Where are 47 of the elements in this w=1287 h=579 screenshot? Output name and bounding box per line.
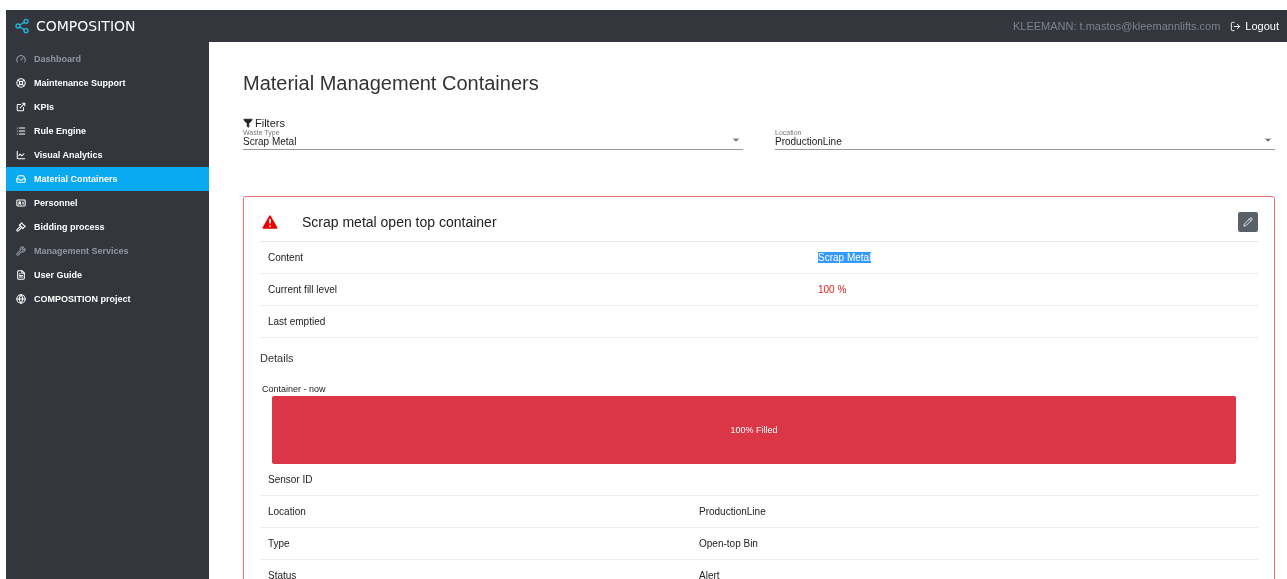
document-icon [16,270,26,280]
gauge-fill: 100% Filled [272,396,1236,464]
list-icon [16,126,26,136]
inbox-icon [16,174,26,184]
logout-link[interactable]: Logout [1230,20,1279,32]
filter-icon [243,118,253,128]
sidebar-item[interactable]: KPIs [6,95,209,119]
brand-name: COMPOSITION [36,18,136,34]
id-card-icon [16,198,26,208]
row-value: Scrap Metal [818,252,872,263]
row-value: Alert [699,570,720,579]
sidebar-item[interactable]: Rule Engine [6,119,209,143]
sidebar-item[interactable]: COMPOSITION project [6,287,209,311]
row-label: Current fill level [268,284,338,295]
sidebar-item[interactable]: Visual Analytics [6,143,209,167]
wrench-icon [16,246,26,256]
row-label: Type [268,538,291,549]
row-label: Content [268,252,305,263]
dropdown-caret-icon [1263,135,1273,145]
external-link-icon [16,102,26,112]
gavel-icon [16,222,26,232]
lifebuoy-icon [16,78,26,88]
gauge-label: Container - now [262,384,327,394]
sidebar-item[interactable]: User Guide [6,263,209,287]
row-value: 100 % [818,284,847,295]
sidebar-item[interactable]: Maintenance Support [6,71,209,95]
sidebar-item[interactable]: Bidding process [6,215,209,239]
pencil-icon [1243,217,1253,227]
card-title: Scrap metal open top container [302,214,497,230]
details-heading: Details [260,351,295,366]
sidebar-item[interactable]: Personnel [6,191,209,215]
user-label: KLEEMANN: t.mastos@kleemannlifts.com [1012,20,1221,32]
row-label: Location [268,506,307,517]
row-value: ProductionLine [699,506,766,517]
gauge-icon [16,54,26,64]
logo-icon [14,18,30,34]
edit-button[interactable] [1238,212,1258,232]
logout-icon [1230,20,1242,32]
filters-heading: Filters [255,117,285,129]
line-chart-icon [16,150,26,160]
dropdown-caret-icon [731,135,741,145]
row-label: Status [268,570,298,579]
row-label: Last emptied [268,316,327,327]
page-title: Material Management Containers [243,72,540,95]
row-value: Open-top Bin [699,538,758,549]
globe-icon [16,294,26,304]
row-label: Sensor ID [268,474,314,485]
